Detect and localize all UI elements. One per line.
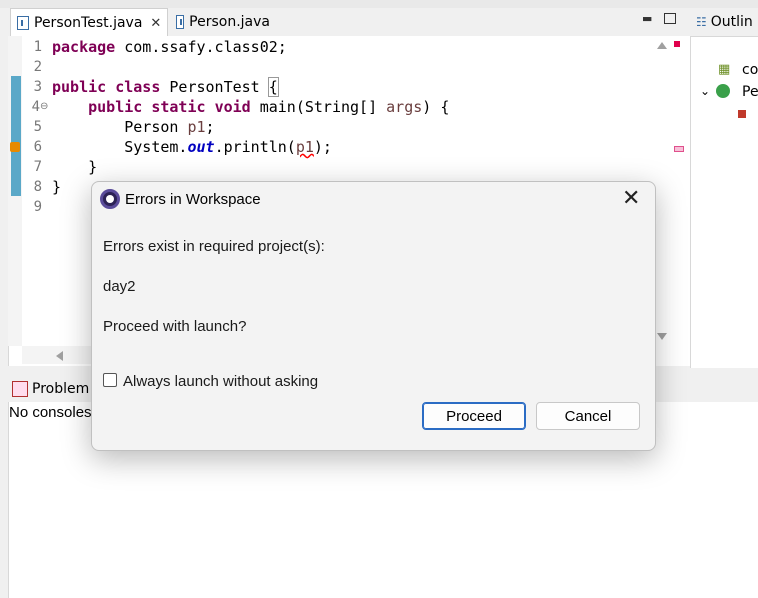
close-tab-icon[interactable]: ✕ bbox=[150, 16, 161, 31]
error-variable[interactable]: p1 bbox=[296, 138, 314, 156]
variable: p1 bbox=[187, 118, 206, 136]
dialog-title: Errors in Workspace bbox=[125, 191, 261, 208]
problems-icon bbox=[12, 381, 28, 397]
tab-label: Outlin bbox=[710, 14, 753, 30]
method-error-icon bbox=[738, 110, 746, 118]
line-number: 8 bbox=[33, 179, 42, 195]
code-text: main(String[] bbox=[250, 98, 387, 116]
close-icon[interactable]: ✕ bbox=[622, 188, 640, 210]
error-marker-icon[interactable] bbox=[10, 142, 20, 152]
code-text: ; bbox=[205, 118, 215, 136]
outline-item[interactable]: co bbox=[742, 62, 758, 78]
static-field: out bbox=[187, 138, 215, 156]
chevron-down-icon[interactable]: ⌄ bbox=[700, 84, 710, 98]
keyword: package bbox=[52, 38, 116, 56]
line-number: 7 bbox=[33, 159, 42, 175]
outline-item[interactable]: Pe bbox=[742, 84, 758, 100]
java-file-icon bbox=[176, 15, 185, 29]
keyword: public bbox=[88, 98, 143, 116]
line-number: 4 bbox=[31, 99, 40, 115]
keyword: class bbox=[115, 78, 161, 96]
class-icon bbox=[716, 84, 730, 98]
keyword: static bbox=[151, 98, 206, 116]
maximize-icon[interactable] bbox=[664, 13, 676, 24]
keyword: public bbox=[52, 78, 107, 96]
line-number: 9 bbox=[33, 199, 42, 215]
dialog-question: Proceed with launch? bbox=[103, 318, 247, 335]
line-number: 6 bbox=[33, 139, 42, 155]
code-line-6[interactable]: System.out.println(p1); bbox=[52, 137, 332, 157]
java-file-icon bbox=[17, 16, 29, 30]
dialog-project: day2 bbox=[103, 278, 136, 295]
tab-person[interactable]: Person.java bbox=[170, 8, 270, 36]
parameter: args bbox=[386, 98, 423, 116]
cancel-button[interactable]: Cancel bbox=[536, 402, 640, 430]
code-line-4[interactable]: public static void main(String[] args) { bbox=[52, 97, 449, 117]
editor-tab-bar: PersonTest.java ✕ Person.java bbox=[8, 8, 690, 37]
checkbox-label[interactable]: Always launch without asking bbox=[123, 373, 318, 390]
code-line-1[interactable]: package com.ssafy.class02; bbox=[52, 37, 287, 57]
error-overview-marker[interactable] bbox=[674, 146, 684, 152]
always-launch-checkbox[interactable] bbox=[103, 373, 117, 387]
line-number: 1 bbox=[33, 39, 42, 55]
scroll-down-icon[interactable] bbox=[657, 333, 667, 340]
code-text: .println( bbox=[214, 138, 296, 156]
minimize-icon[interactable]: ▬ bbox=[642, 12, 652, 25]
code-text: Person bbox=[124, 118, 188, 136]
error-overview-icon[interactable] bbox=[674, 41, 680, 47]
tab-outline[interactable]: ☷ Outlin bbox=[690, 8, 758, 37]
top-toolbar-strip bbox=[0, 0, 758, 8]
proceed-button[interactable]: Proceed bbox=[422, 402, 526, 430]
dialog-message: Errors exist in required project(s): bbox=[103, 238, 325, 255]
package-icon: ▦ bbox=[718, 62, 731, 77]
code-text: System. bbox=[124, 138, 188, 156]
outline-icon: ☷ bbox=[696, 15, 707, 29]
keyword: void bbox=[214, 98, 251, 116]
scroll-left-icon[interactable] bbox=[56, 351, 63, 361]
fold-icon[interactable]: ⊖ bbox=[40, 97, 48, 117]
code-line-3[interactable]: public class PersonTest { bbox=[52, 77, 279, 97]
code-line-8[interactable]: } bbox=[52, 177, 61, 197]
line-number: 3 bbox=[33, 79, 42, 95]
tab-label: Person.java bbox=[189, 14, 270, 30]
tab-label: PersonTest.java bbox=[34, 15, 143, 31]
eclipse-icon bbox=[100, 189, 120, 209]
matched-brace: { bbox=[267, 77, 279, 97]
code-text: ); bbox=[313, 138, 332, 156]
code-text: PersonTest bbox=[160, 78, 269, 96]
code-text: ) { bbox=[422, 98, 450, 116]
console-status: No consoles bbox=[9, 404, 92, 421]
line-number: 5 bbox=[33, 119, 42, 135]
code-line-5[interactable]: Person p1; bbox=[52, 117, 215, 137]
change-bar bbox=[11, 76, 21, 196]
code-line-7[interactable]: } bbox=[52, 157, 97, 177]
line-number: 2 bbox=[33, 59, 42, 75]
code-text: com.ssafy.class02; bbox=[115, 38, 287, 56]
tab-problems[interactable]: Problem bbox=[32, 381, 89, 397]
scroll-up-icon[interactable] bbox=[657, 42, 667, 49]
tab-persontest[interactable]: PersonTest.java ✕ bbox=[10, 8, 168, 37]
